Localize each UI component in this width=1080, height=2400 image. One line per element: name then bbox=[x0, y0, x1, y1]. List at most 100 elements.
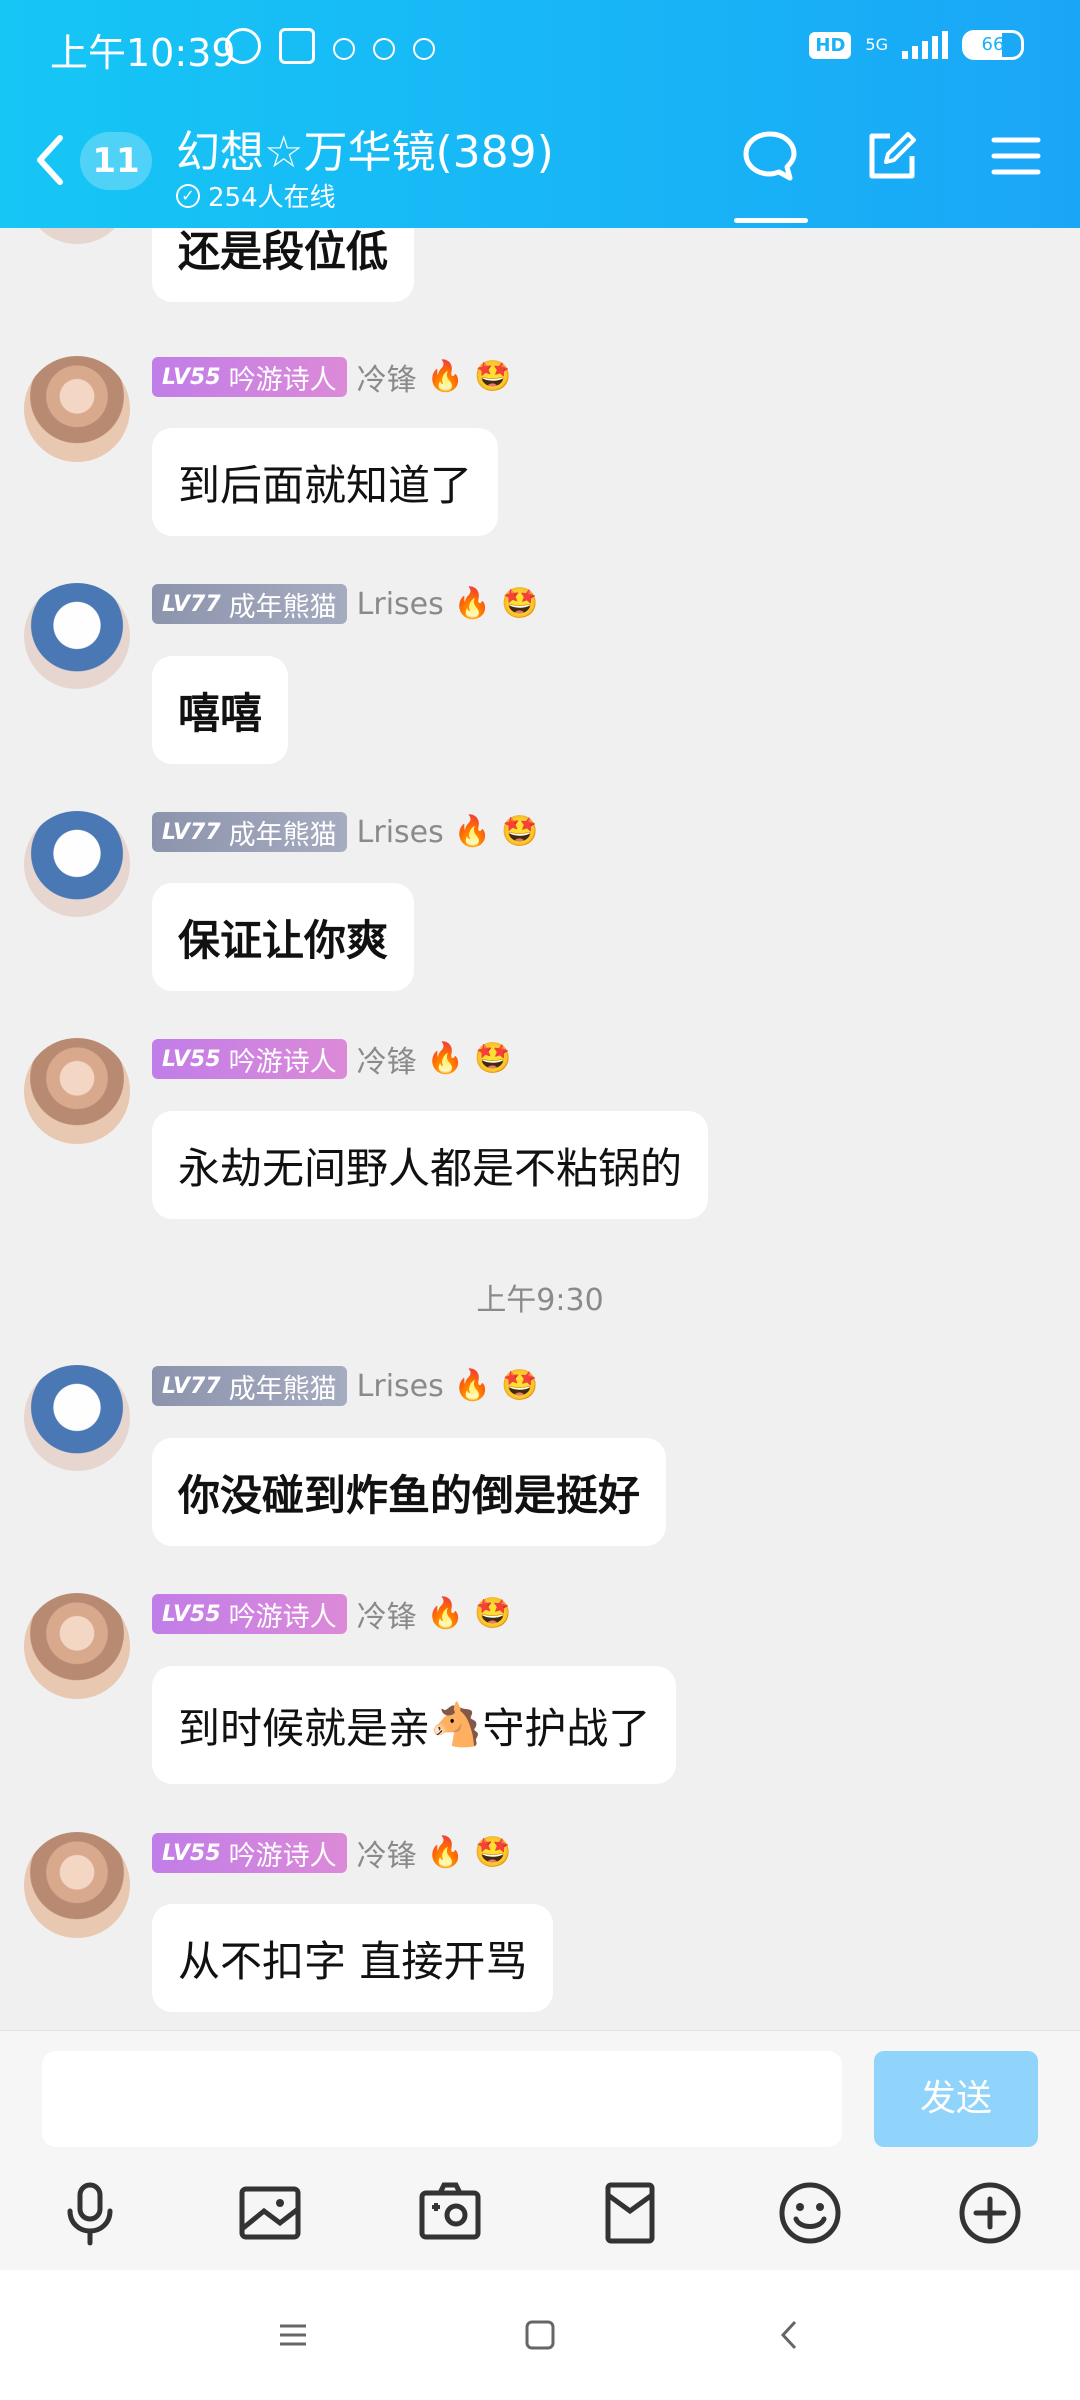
flower-icon: 🤩 bbox=[501, 1368, 539, 1403]
sender-info: LV77 成年熊猫 Lrises 🔥 🤩 bbox=[152, 811, 538, 853]
chat-icon[interactable] bbox=[740, 126, 800, 186]
status-bar: 上午10:39 HD 5G 66 bbox=[0, 0, 1080, 100]
send-button[interactable]: 发送 bbox=[874, 2051, 1038, 2147]
back-icon[interactable] bbox=[30, 132, 70, 188]
message-bubble[interactable]: 从不扣字 直接开骂 bbox=[152, 1904, 554, 2012]
emoji-icon[interactable] bbox=[774, 2177, 846, 2249]
menu-icon[interactable] bbox=[986, 126, 1046, 186]
message-text: 还是段位低 bbox=[178, 228, 389, 276]
sender-info: LV55 吟游诗人 冷锋 🔥 🤩 bbox=[152, 1038, 511, 1080]
alarm-icon bbox=[225, 28, 261, 64]
flower-icon: 🤩 bbox=[474, 1596, 512, 1631]
unread-badge[interactable]: 11 bbox=[80, 132, 152, 190]
message-timestamp: 上午9:30 bbox=[476, 1283, 604, 1318]
flower-icon: 🤩 bbox=[501, 814, 539, 849]
message-bubble[interactable]: 还是段位低 bbox=[152, 228, 415, 302]
nfc-icon bbox=[279, 28, 315, 64]
message-input[interactable] bbox=[42, 2051, 842, 2147]
edit-icon[interactable] bbox=[862, 126, 922, 186]
level-badge: LV77 成年熊猫 bbox=[152, 584, 347, 624]
online-label: 254人在线 bbox=[208, 183, 336, 213]
fire-icon: 🔥 bbox=[453, 814, 492, 849]
flower-icon: 🤩 bbox=[474, 1835, 512, 1870]
fire-icon: 🔥 bbox=[426, 1041, 464, 1076]
chat-list[interactable]: 还是段位低 LV55 吟游诗人 冷锋 🔥 🤩 到后面就知道了 LV77 成年熊猫 L… bbox=[0, 228, 1080, 2030]
back-nav-icon[interactable] bbox=[765, 2310, 815, 2360]
sender-info: LV77 成年熊猫 Lrises 🔥 🤩 bbox=[152, 583, 538, 625]
message-bubble[interactable]: 到时候就是亲 🐴 守护战了 bbox=[152, 1666, 677, 1784]
horse-emoji: 🐴 bbox=[430, 1700, 483, 1749]
avatar[interactable] bbox=[24, 228, 130, 244]
avatar[interactable] bbox=[24, 811, 130, 917]
red-packet-icon[interactable] bbox=[594, 2177, 666, 2249]
tab-indicator bbox=[734, 218, 808, 223]
sender-name[interactable]: 冷锋 bbox=[357, 1592, 417, 1636]
fire-icon: 🔥 bbox=[426, 359, 464, 394]
sender-name[interactable]: 冷锋 bbox=[357, 355, 417, 399]
fire-icon: 🔥 bbox=[453, 586, 492, 621]
sender-name[interactable]: Lrises bbox=[357, 1369, 444, 1404]
battery-icon: 66 bbox=[962, 30, 1024, 60]
level-badge: LV55 吟游诗人 bbox=[152, 1833, 347, 1873]
message-bubble[interactable]: 到后面就知道了 bbox=[152, 428, 499, 536]
sender-info: LV55 吟游诗人 冷锋 🔥 🤩 bbox=[152, 356, 511, 398]
sender-info: LV77 成年熊猫 Lrises 🔥 🤩 bbox=[152, 1365, 538, 1407]
network-type: 5G bbox=[865, 35, 888, 54]
avatar[interactable] bbox=[24, 356, 130, 462]
flower-icon: 🤩 bbox=[474, 359, 512, 394]
message-bubble[interactable]: 保证让你爽 bbox=[152, 883, 415, 991]
message-text: 到后面就知道了 bbox=[178, 460, 473, 510]
level-badge: LV55 吟游诗人 bbox=[152, 1594, 347, 1634]
input-bar: 发送 bbox=[0, 2030, 1080, 2270]
sender-info: LV55 吟游诗人 冷锋 🔥 🤩 bbox=[152, 1832, 511, 1874]
fire-icon: 🔥 bbox=[453, 1368, 492, 1403]
avatar[interactable] bbox=[24, 1038, 130, 1144]
image-icon[interactable] bbox=[234, 2177, 306, 2249]
recents-icon[interactable] bbox=[268, 2310, 318, 2360]
avatar[interactable] bbox=[24, 583, 130, 689]
message-text: 从不扣字 直接开骂 bbox=[178, 1936, 528, 1986]
fire-icon: 🔥 bbox=[426, 1835, 464, 1870]
avatar[interactable] bbox=[24, 1832, 130, 1938]
check-icon: ✓ bbox=[176, 183, 200, 208]
flower-icon: 🤩 bbox=[474, 1041, 512, 1076]
level-badge: LV77 成年熊猫 bbox=[152, 812, 347, 852]
input-toolbar bbox=[0, 2177, 1080, 2249]
microphone-icon[interactable] bbox=[54, 2177, 126, 2249]
level-badge: LV77 成年熊猫 bbox=[152, 1366, 347, 1406]
level-badge: LV55 吟游诗人 bbox=[152, 357, 347, 397]
sender-info: LV55 吟游诗人 冷锋 🔥 🤩 bbox=[152, 1593, 511, 1635]
level-badge: LV55 吟游诗人 bbox=[152, 1039, 347, 1079]
online-count: ✓ 254人在线 bbox=[176, 177, 336, 214]
message-text: 嘻嘻 bbox=[178, 688, 263, 738]
avatar[interactable] bbox=[24, 1593, 130, 1699]
group-title[interactable]: 幻想☆万华镜(389) bbox=[176, 116, 554, 180]
plus-icon[interactable] bbox=[954, 2177, 1026, 2249]
fire-icon: 🔥 bbox=[426, 1596, 464, 1631]
message-text: 保证让你爽 bbox=[178, 915, 389, 965]
message-text: 你没碰到炸鱼的倒是挺好 bbox=[178, 1470, 641, 1520]
message-text: 守护战了 bbox=[482, 1703, 651, 1753]
status-time: 上午10:39 bbox=[50, 31, 236, 75]
message-text: 到时候就是亲 bbox=[178, 1703, 431, 1753]
flower-icon: 🤩 bbox=[501, 586, 539, 621]
app-notification-icon bbox=[413, 38, 435, 60]
message-bubble[interactable]: 你没碰到炸鱼的倒是挺好 bbox=[152, 1438, 667, 1546]
chat-header: 上午10:39 HD 5G 66 11 幻想☆万华镜(389) ✓ 254人在线 bbox=[0, 0, 1080, 228]
avatar[interactable] bbox=[24, 1365, 130, 1471]
home-icon[interactable] bbox=[515, 2310, 565, 2360]
signal-icon bbox=[902, 31, 948, 59]
message-text: 永劫无间野人都是不粘锅的 bbox=[178, 1143, 683, 1193]
sender-name[interactable]: Lrises bbox=[357, 587, 444, 622]
sender-name[interactable]: Lrises bbox=[357, 815, 444, 850]
message-bubble[interactable]: 嘻嘻 bbox=[152, 656, 289, 764]
camera-icon[interactable] bbox=[414, 2177, 486, 2249]
app-notification-icon bbox=[373, 38, 395, 60]
hd-badge: HD bbox=[809, 31, 852, 59]
battery-level: 66 bbox=[981, 34, 1005, 55]
sender-name[interactable]: 冷锋 bbox=[357, 1037, 417, 1081]
app-notification-icon bbox=[333, 38, 355, 60]
sender-name[interactable]: 冷锋 bbox=[357, 1831, 417, 1875]
system-nav-bar bbox=[0, 2270, 1080, 2400]
message-bubble[interactable]: 永劫无间野人都是不粘锅的 bbox=[152, 1111, 709, 1219]
